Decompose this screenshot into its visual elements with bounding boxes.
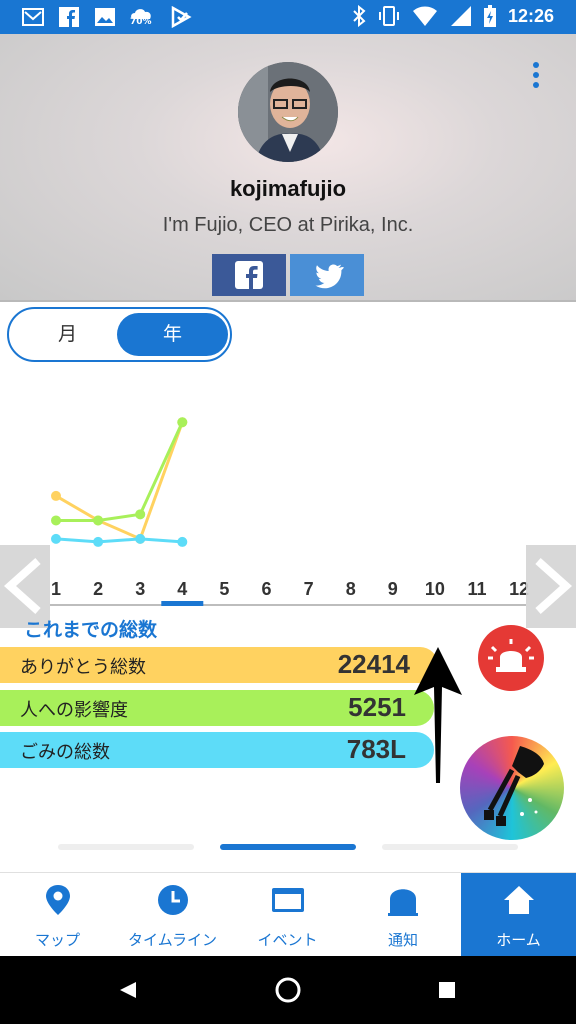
battery-badge: 70%	[130, 17, 152, 27]
stat-thanks: ありがとう総数 22414	[0, 647, 438, 683]
bottom-nav: マップ タイムライン イベント 通知 ホーム	[0, 872, 576, 957]
nav-timeline[interactable]: タイムライン	[115, 873, 230, 957]
status-bar: 70% 12:26	[0, 0, 576, 34]
data-point	[135, 509, 146, 520]
facebook-icon	[59, 7, 79, 27]
x-tick-label[interactable]: 4	[177, 579, 187, 599]
stat-litter: ごみの総数 783L	[0, 732, 434, 768]
tab-month[interactable]: 月	[15, 313, 120, 356]
data-point	[51, 515, 61, 526]
alarm-button[interactable]	[478, 625, 544, 691]
nav-event[interactable]: イベント	[230, 873, 345, 957]
stat-label: ごみの総数	[20, 742, 110, 763]
chart-next-button[interactable]	[526, 545, 576, 628]
nav-home[interactable]: ホーム	[461, 873, 576, 957]
cleanup-action-button[interactable]	[460, 736, 564, 840]
map-pin-icon	[45, 885, 70, 915]
nav-notifications[interactable]: 通知	[345, 873, 461, 957]
facebook-icon	[235, 261, 263, 289]
page-indicator[interactable]	[58, 844, 194, 850]
home-button[interactable]	[275, 977, 301, 1003]
bio: I'm Fujio, CEO at Pirika, Inc.	[162, 214, 414, 236]
siren-icon	[488, 639, 534, 672]
x-tick-label[interactable]: 11	[467, 579, 486, 599]
app-icon	[171, 6, 192, 28]
nav-label: ホーム	[496, 931, 541, 949]
data-point	[177, 417, 188, 428]
chevron-right-icon	[535, 558, 573, 614]
x-tick-label[interactable]: 2	[93, 579, 103, 599]
mail-icon	[22, 8, 44, 26]
more-vert-icon[interactable]	[532, 62, 540, 88]
data-point	[51, 533, 61, 544]
totals-title: これまでの総数	[24, 619, 158, 641]
tab-year[interactable]: 年	[117, 313, 228, 356]
avatar[interactable]	[238, 62, 338, 162]
wifi-icon	[412, 6, 437, 26]
event-card-icon	[271, 888, 304, 912]
recents-button[interactable]	[439, 982, 455, 998]
stat-value: 5251	[348, 692, 406, 722]
vibrate-icon	[378, 6, 399, 26]
x-tick-label[interactable]: 1	[51, 579, 61, 599]
stat-label: ありがとう総数	[20, 657, 146, 678]
twitter-share-button[interactable]	[290, 254, 364, 296]
system-icons: 12:26	[352, 5, 554, 27]
notification-icons: 70%	[22, 6, 192, 28]
series-line-2	[55, 537, 183, 544]
page-indicator-active[interactable]	[220, 844, 356, 850]
twitter-icon	[315, 264, 344, 289]
x-tick-label[interactable]: 9	[388, 579, 398, 599]
system-nav-bar	[0, 956, 576, 1024]
stat-value: 22414	[337, 649, 410, 679]
selected-month-indicator	[161, 601, 204, 606]
stat-label: 人への影響度	[20, 700, 128, 721]
bluetooth-icon	[353, 5, 366, 27]
period-toggle: 月 年	[7, 307, 232, 362]
stat-value: 783L	[346, 734, 406, 764]
data-point	[51, 490, 61, 501]
data-point	[93, 515, 104, 526]
stat-influence: 人への影響度 5251	[0, 690, 434, 726]
signal-icon	[450, 6, 471, 26]
clock-icon	[157, 885, 188, 915]
battery-icon	[483, 5, 496, 27]
activity-chart: 1 2 3 4 5 6 7 8 9 10 11 12	[50, 417, 529, 606]
clock: 12:26	[507, 5, 554, 26]
bell-icon	[388, 889, 418, 916]
nav-label: マップ	[34, 931, 80, 949]
data-point	[177, 536, 188, 547]
back-button[interactable]	[120, 982, 136, 998]
nav-label: タイムライン	[128, 931, 217, 949]
x-tick-label[interactable]: 8	[346, 579, 356, 599]
litter-pick-icon	[460, 736, 564, 840]
home-icon	[503, 886, 534, 914]
profile-header: kojimafujio I'm Fujio, CEO at Pirika, In…	[0, 34, 576, 300]
image-icon	[95, 8, 115, 26]
x-tick-label[interactable]: 10	[425, 579, 445, 599]
page-indicator[interactable]	[382, 844, 518, 850]
header-divider	[0, 300, 576, 302]
username: kojimafujio	[229, 176, 347, 201]
x-tick-label[interactable]: 7	[304, 579, 314, 599]
nav-map[interactable]: マップ	[0, 873, 115, 957]
nav-label: イベント	[257, 931, 318, 949]
weather-icon: 70%	[130, 6, 156, 28]
facebook-share-button[interactable]	[212, 254, 286, 296]
data-point	[135, 533, 146, 544]
nav-label: 通知	[387, 931, 418, 949]
up-arrow-icon	[414, 647, 462, 783]
x-tick-label[interactable]: 6	[261, 579, 271, 599]
avatar-photo	[238, 62, 338, 162]
x-tick-label[interactable]: 3	[135, 579, 145, 599]
data-point	[93, 536, 104, 547]
x-tick-label[interactable]: 5	[219, 579, 229, 599]
